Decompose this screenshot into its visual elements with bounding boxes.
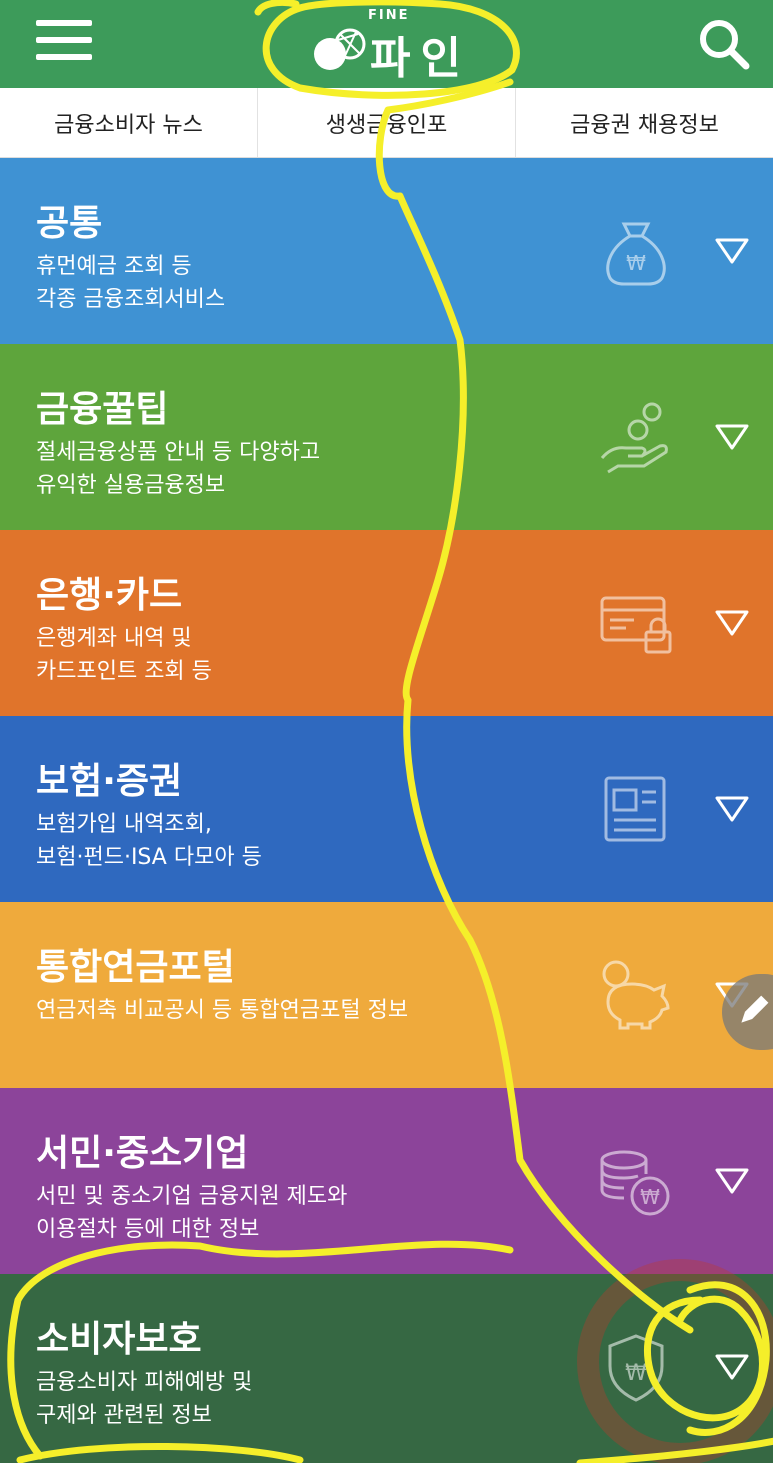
chevron-down-icon[interactable] — [714, 608, 750, 638]
card-lock-icon — [600, 596, 672, 654]
chevron-down-icon[interactable] — [714, 1166, 750, 1196]
tab-financial-info[interactable]: 생생금융인포 — [258, 88, 516, 157]
category-description: 금융소비자 피해예방 및 구제와 관련된 정보 — [36, 1370, 253, 1428]
top-tab-bar: 금융소비자 뉴스 생생금융인포 금융권 채용정보 — [0, 88, 773, 158]
chevron-down-icon[interactable] — [714, 794, 750, 824]
tab-consumer-news[interactable]: 금융소비자 뉴스 — [0, 88, 258, 157]
category-description: 휴먼예금 조회 등 각종 금융조회서비스 — [36, 254, 226, 312]
category-common[interactable]: 공통 휴먼예금 조회 등 각종 금융조회서비스 ₩ — [0, 158, 773, 344]
category-description: 보험가입 내역조회, 보험·펀드·ISA 다모아 등 — [36, 812, 262, 870]
hamburger-menu-icon — [36, 20, 92, 26]
category-pension-portal[interactable]: 통합연금포털 연금저축 비교공시 등 통합연금포털 정보 — [0, 902, 773, 1088]
category-title: 공통 — [36, 203, 103, 244]
category-consumer-protection[interactable]: 소비자보호 금융소비자 피해예방 및 구제와 관련된 정보 ₩ — [0, 1274, 773, 1463]
category-insurance-securities[interactable]: 보험·증권 보험가입 내역조회, 보험·펀드·ISA 다모아 등 — [0, 716, 773, 902]
category-title: 은행·카드 — [36, 575, 183, 616]
category-small-business[interactable]: 서민·중소기업 서민 및 중소기업 금융지원 제도와 이용절차 등에 대한 정보… — [0, 1088, 773, 1274]
chevron-down-icon[interactable] — [714, 422, 750, 452]
app-header: FINE 파인 — [0, 0, 773, 88]
search-icon[interactable] — [696, 16, 752, 72]
category-title: 보험·증권 — [36, 761, 183, 802]
category-title: 통합연금포털 — [36, 947, 235, 988]
tab-job-info[interactable]: 금융권 채용정보 — [516, 88, 773, 157]
logo-title: 파인 — [370, 33, 471, 84]
logo-fine-text: FINE — [368, 8, 410, 23]
category-title: 금융꿀팁 — [36, 389, 169, 430]
category-financial-tips[interactable]: 금융꿀팁 절세금융상품 안내 등 다양하고 유익한 실용금융정보 — [0, 344, 773, 530]
chevron-down-icon[interactable] — [714, 236, 750, 266]
app-logo[interactable]: FINE 파인 — [312, 6, 482, 84]
category-description: 은행계좌 내역 및 카드포인트 조회 등 — [36, 626, 212, 684]
hamburger-menu-icon-bar — [36, 54, 92, 60]
pencil-icon — [741, 995, 769, 1023]
svg-text:₩: ₩ — [625, 1361, 647, 1386]
newspaper-icon — [604, 776, 666, 842]
shield-won-icon: ₩ — [608, 1334, 664, 1402]
svg-text:₩: ₩ — [626, 251, 646, 275]
chevron-down-icon[interactable] — [714, 1352, 750, 1382]
hand-coins-icon — [600, 402, 668, 474]
hamburger-menu-icon-bar — [36, 37, 92, 43]
menu-button[interactable] — [36, 18, 92, 62]
category-title: 소비자보호 — [36, 1319, 202, 1360]
money-bag-icon: ₩ — [606, 222, 666, 286]
svg-text:₩: ₩ — [640, 1185, 660, 1209]
category-description: 연금저축 비교공시 등 통합연금포털 정보 — [36, 998, 409, 1023]
logo-mark-icon — [314, 28, 366, 70]
coin-stack-icon: ₩ — [600, 1150, 670, 1216]
category-title: 서민·중소기업 — [36, 1133, 249, 1174]
category-bank-card[interactable]: 은행·카드 은행계좌 내역 및 카드포인트 조회 등 — [0, 530, 773, 716]
category-description: 절세금융상품 안내 등 다양하고 유익한 실용금융정보 — [36, 440, 321, 498]
piggy-bank-icon — [602, 960, 670, 1030]
category-description: 서민 및 중소기업 금융지원 제도와 이용절차 등에 대한 정보 — [36, 1184, 348, 1242]
